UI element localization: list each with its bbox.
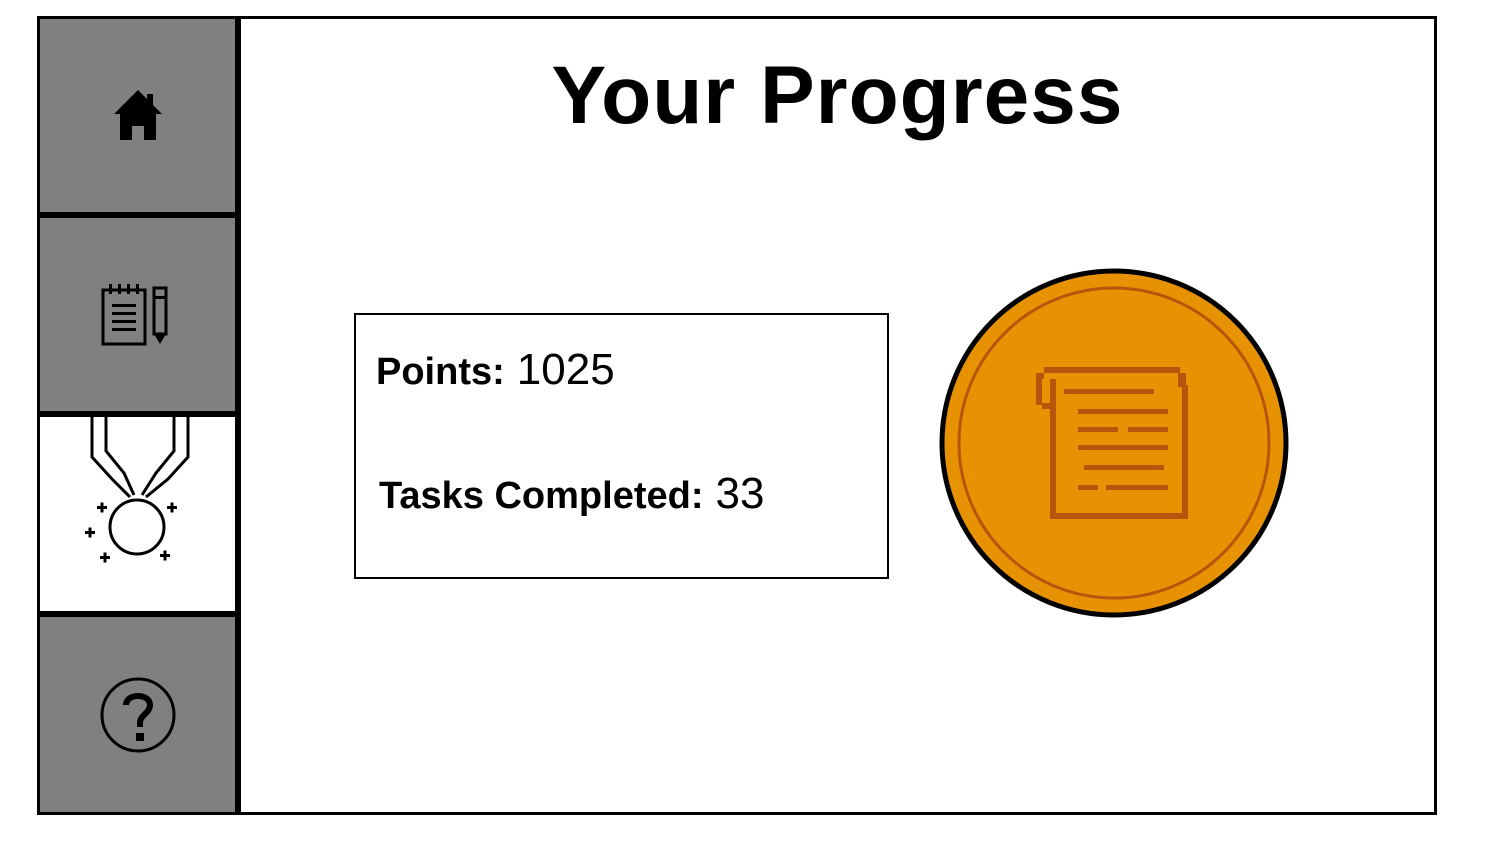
home-icon — [113, 89, 162, 140]
tasks-row: Tasks Completed: 33 — [379, 469, 764, 519]
tasks-value: 33 — [715, 469, 765, 518]
medal-icon — [85, 417, 190, 563]
tasks-label: Tasks Completed: — [379, 475, 704, 517]
sidebar-item-help[interactable] — [40, 617, 235, 812]
points-row: Points: 1025 — [376, 345, 615, 395]
points-label: Points: — [376, 351, 505, 393]
sidebar-item-tasks[interactable] — [40, 218, 235, 411]
question-icon — [100, 677, 175, 752]
page-title: Your Progress — [551, 50, 1124, 141]
app-window: Your Progress Points: 1025 Tasks Complete… — [37, 16, 1437, 815]
notepad-pencil-icon — [101, 283, 167, 345]
main-panel: Your Progress Points: 1025 Tasks Complete… — [241, 19, 1434, 812]
stats-box: Points: 1025 Tasks Completed: 33 — [354, 313, 889, 579]
points-value: 1025 — [516, 345, 615, 394]
sidebar — [40, 19, 241, 812]
sidebar-item-progress[interactable] — [40, 417, 235, 611]
scroll-coin-icon — [939, 268, 1289, 618]
sidebar-item-home[interactable] — [40, 19, 235, 212]
